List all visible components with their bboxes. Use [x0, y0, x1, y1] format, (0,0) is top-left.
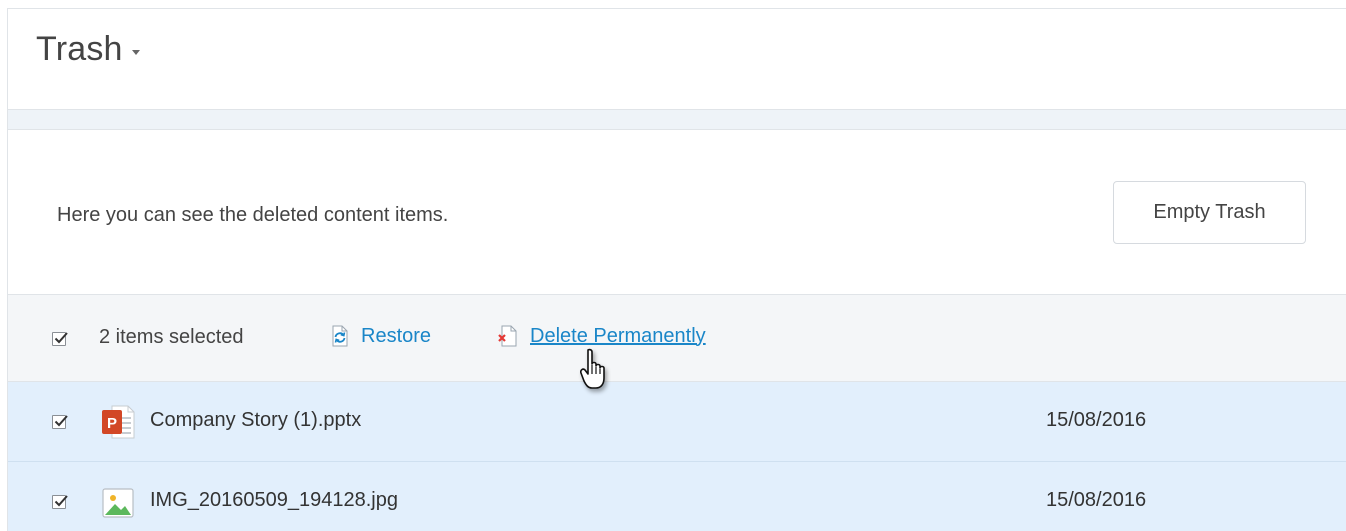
info-row: Here you can see the deleted content ite…	[8, 130, 1346, 295]
file-row[interactable]: P Company Story (1).pptx 15/08/2016	[8, 382, 1346, 462]
restore-button[interactable]: Restore	[326, 323, 431, 349]
trash-title-dropdown[interactable]: Trash	[36, 30, 140, 69]
trash-description: Here you can see the deleted content ite…	[57, 204, 449, 226]
checkmark-icon	[54, 495, 68, 507]
empty-trash-button[interactable]: Empty Trash	[1113, 181, 1306, 244]
page-title: Trash	[36, 30, 123, 68]
checkmark-icon	[54, 332, 68, 344]
file-row[interactable]: IMG_20160509_194128.jpg 15/08/2016	[8, 462, 1346, 531]
delete-permanently-label: Delete Permanently	[530, 324, 706, 347]
delete-permanently-button[interactable]: Delete Permanently	[495, 323, 706, 349]
selected-count: 2 items selected	[99, 326, 244, 348]
restore-icon	[332, 325, 348, 347]
powerpoint-file-icon: P	[100, 404, 136, 445]
file-name[interactable]: IMG_20160509_194128.jpg	[150, 489, 398, 512]
page-header: Trash	[8, 9, 1346, 110]
file-name[interactable]: Company Story (1).pptx	[150, 409, 361, 432]
selection-action-bar: 2 items selected Restore Delete Permanen…	[8, 295, 1346, 382]
caret-down-icon	[131, 50, 140, 55]
svg-text:P: P	[107, 415, 117, 432]
trash-page: Trash Here you can see the deleted conte…	[7, 8, 1346, 531]
trash-panel: Here you can see the deleted content ite…	[8, 129, 1346, 531]
checkmark-icon	[54, 415, 68, 427]
delete-file-icon	[498, 325, 517, 347]
row-checkbox[interactable]	[52, 495, 68, 509]
restore-label: Restore	[361, 324, 432, 347]
select-all-checkbox[interactable]	[52, 332, 68, 346]
file-date: 15/08/2016	[1046, 409, 1147, 431]
row-checkbox[interactable]	[52, 415, 68, 429]
file-date: 15/08/2016	[1046, 489, 1147, 511]
image-file-icon	[100, 484, 136, 525]
